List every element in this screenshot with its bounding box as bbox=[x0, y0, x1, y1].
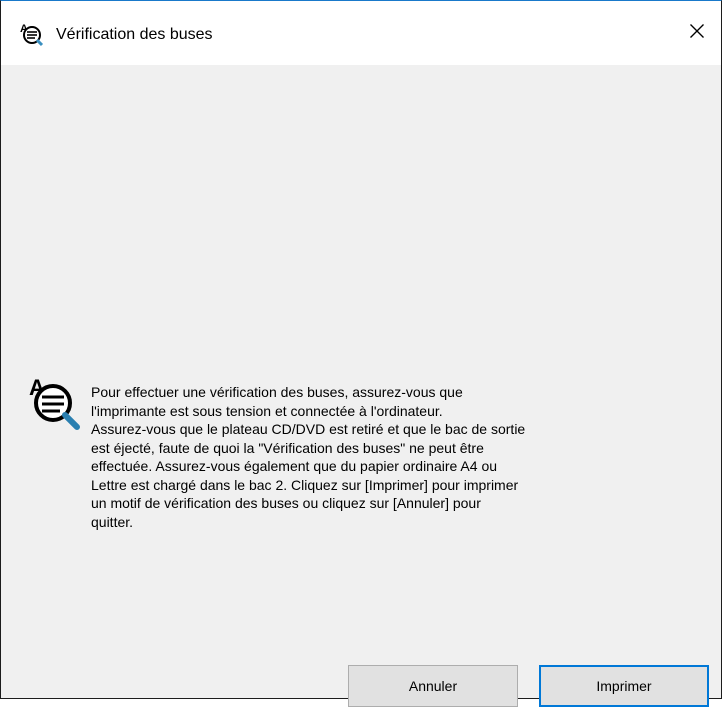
dialog-body: A Pour effectuer une vérification des bu… bbox=[1, 65, 721, 707]
cancel-button[interactable]: Annuler bbox=[348, 665, 518, 707]
window-title: Vérification des buses bbox=[56, 26, 213, 43]
close-button[interactable] bbox=[673, 1, 721, 65]
dialog-message: Pour effectuer une vérification des buse… bbox=[91, 384, 526, 530]
title-bar[interactable]: A Vérification des buses bbox=[1, 1, 721, 65]
close-icon bbox=[689, 23, 705, 44]
nozzle-check-icon: A bbox=[19, 21, 45, 47]
dialog-window: A Vérification des buses A Pour effectue… bbox=[0, 0, 722, 707]
nozzle-check-icon: A bbox=[27, 373, 85, 431]
print-button[interactable]: Imprimer bbox=[539, 665, 709, 707]
